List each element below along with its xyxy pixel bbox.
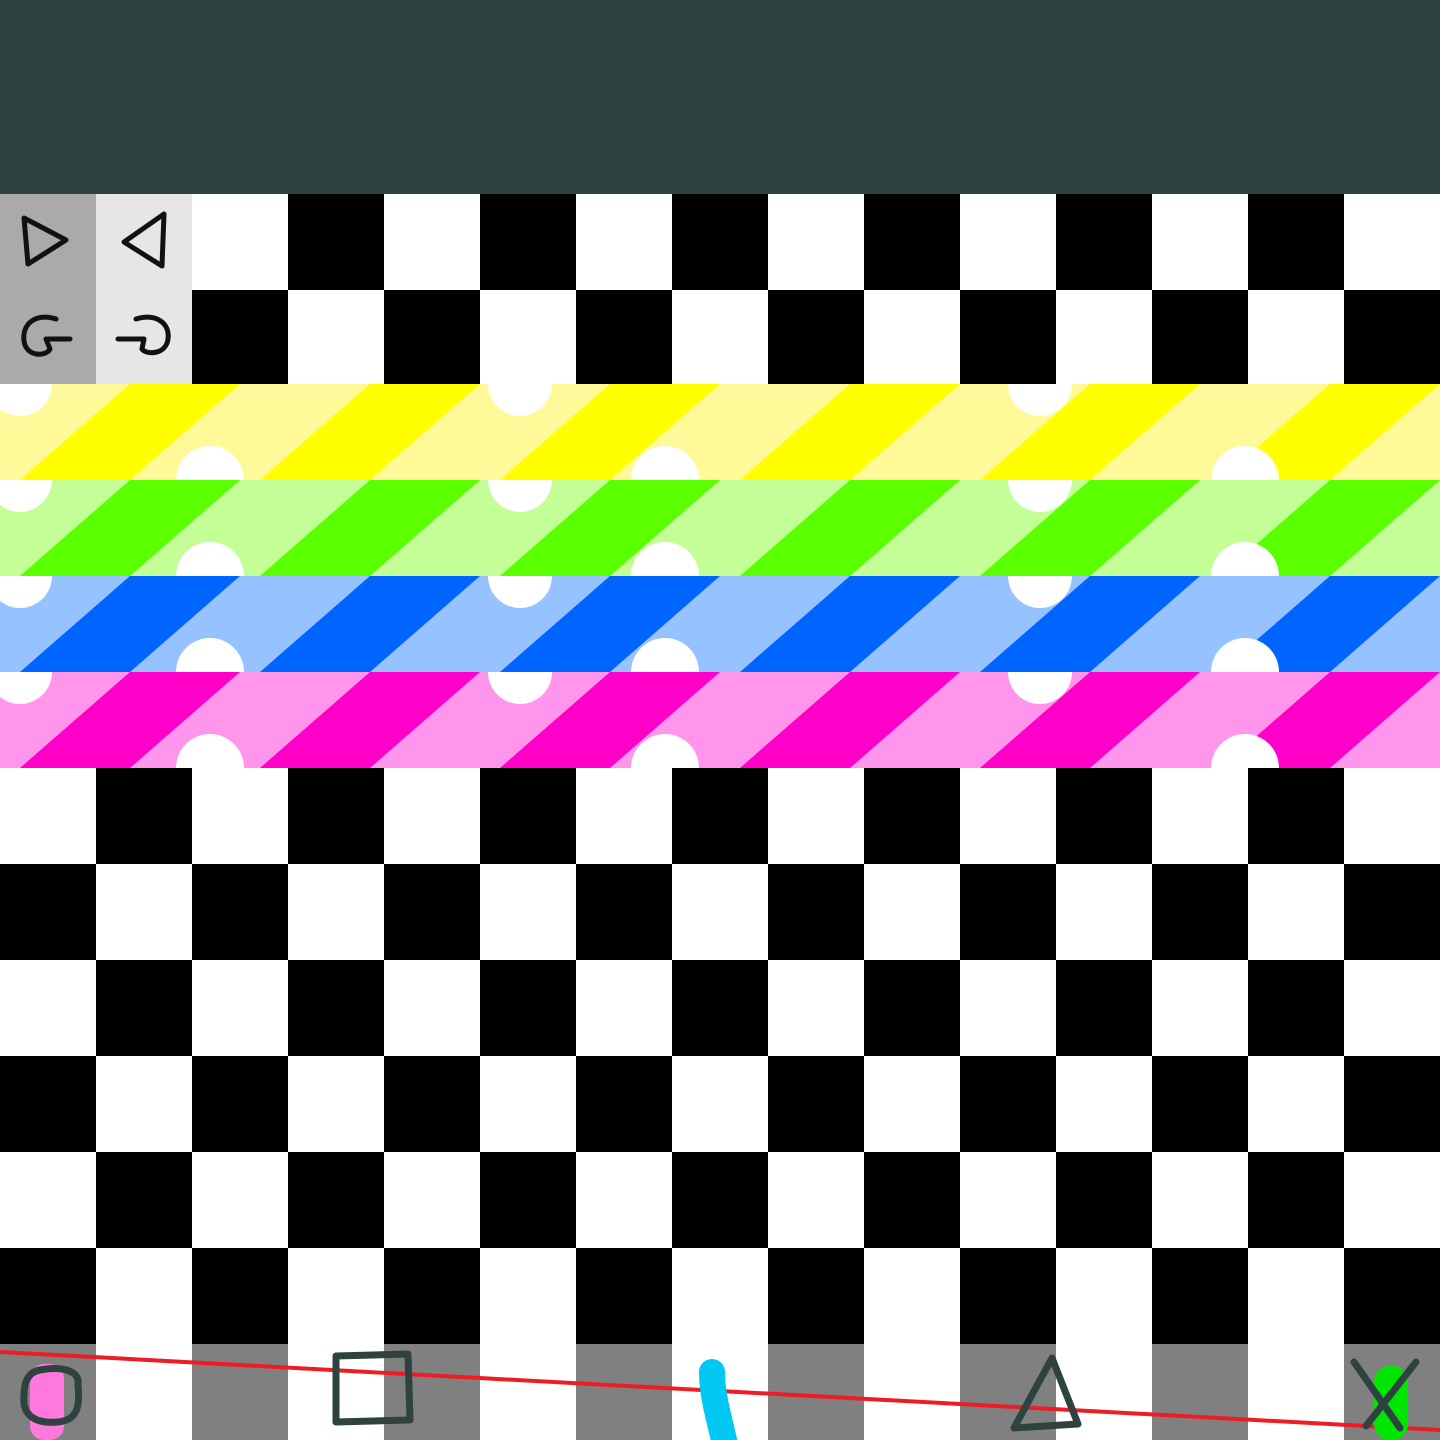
rotate-right-icon	[21, 314, 73, 357]
toolbar	[0, 194, 192, 384]
circle-piece-icon[interactable]	[20, 1364, 83, 1440]
play-left-button[interactable]	[96, 194, 192, 289]
play-right-button[interactable]	[0, 194, 96, 289]
top-bar	[0, 0, 1440, 194]
stripe-bands	[0, 384, 1440, 768]
rotate-left-button[interactable]	[96, 289, 192, 384]
cross-piece-icon[interactable]	[1350, 1358, 1420, 1440]
checkerboard-board[interactable]	[0, 768, 1440, 1344]
play-right-icon	[21, 215, 69, 266]
play-left-icon	[121, 211, 167, 268]
triangle-piece-icon[interactable]	[1010, 1354, 1082, 1432]
rotate-left-icon	[115, 314, 171, 355]
checkerboard-top	[0, 194, 1440, 384]
pieces-tray-drawings	[0, 1350, 1440, 1440]
square-piece-icon[interactable]	[332, 1350, 414, 1426]
rotate-right-button[interactable]	[0, 289, 96, 384]
line-piece-icon[interactable]	[699, 1359, 737, 1440]
